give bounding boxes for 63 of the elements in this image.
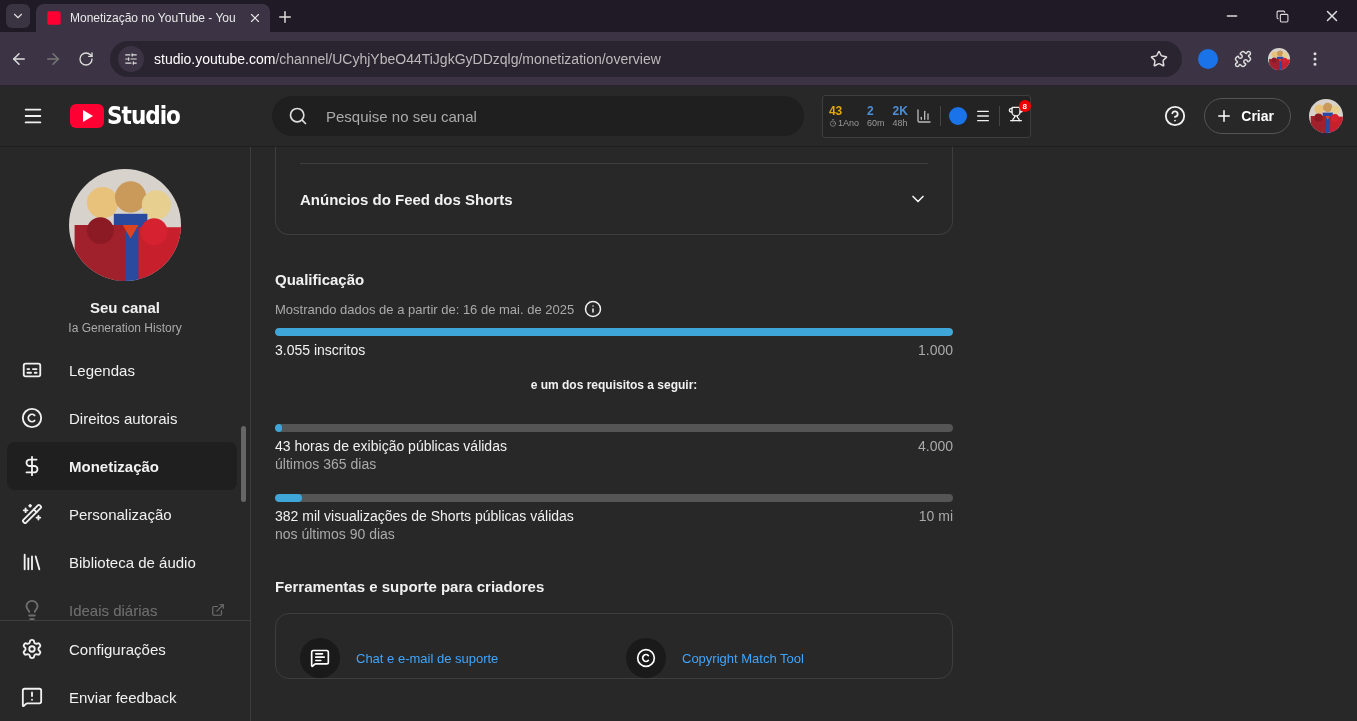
- info-icon[interactable]: [584, 300, 603, 318]
- requirement-period: nos últimos 90 dias: [275, 526, 396, 542]
- accordion-header[interactable]: Anúncios do Feed dos Shorts: [300, 164, 928, 234]
- feedback-icon: [21, 686, 43, 708]
- nav-item[interactable]: Personalização: [7, 490, 237, 538]
- help-icon[interactable]: [1164, 105, 1187, 127]
- separator-text: e um dos requisitos a seguir:: [530, 378, 698, 392]
- nav-item[interactable]: Legendas: [7, 346, 237, 394]
- requirement-period: últimos 365 dias: [275, 456, 378, 472]
- stat-label: 1Ano: [828, 118, 859, 128]
- nav-item[interactable]: Direitos autorais: [7, 394, 237, 442]
- requirement-target: 10 mi: [918, 508, 953, 524]
- site-settings-icon[interactable]: [124, 51, 138, 66]
- new-tab-icon[interactable]: [276, 8, 294, 26]
- extension-icon[interactable]: [948, 107, 967, 125]
- external-link-icon: [211, 603, 225, 617]
- channel-title: Seu canal: [89, 299, 160, 316]
- url-text: studio.youtube.com/channel/UCyhjYbeO44TiJgkGyDDzqlg/monetization/overview: [154, 50, 662, 67]
- chat-icon: [300, 638, 340, 678]
- section-title: Qualificação: [275, 271, 366, 288]
- address-bar[interactable]: studio.youtube.com/channel/UCyhjYbeO44TiJgkGyDDzqlg/monetization/overview: [110, 40, 1182, 77]
- requirement-label: 382 mil visualizações de Shorts públicas válidas: [275, 508, 574, 524]
- requirement-label: 43 horas de exibição públicas válidas: [275, 438, 507, 454]
- section-title: Ferramentas e suporte para criadores: [275, 578, 546, 595]
- tab-list-button[interactable]: [6, 4, 30, 28]
- nav-item[interactable]: Configurações: [7, 625, 237, 673]
- stat-label: 48h: [892, 118, 908, 128]
- copyright-icon: [626, 638, 666, 678]
- nav-item[interactable]: Enviar feedback: [7, 673, 237, 721]
- restore-icon[interactable]: [1275, 9, 1289, 23]
- extension-icon[interactable]: [1198, 48, 1218, 69]
- puzzle-icon[interactable]: [1234, 49, 1252, 68]
- nav-item[interactable]: Monetização: [7, 442, 237, 490]
- studio-logo: Studio: [107, 102, 180, 130]
- tool-link[interactable]: Copyright Match Tool: [682, 650, 804, 666]
- channel-name: Ia Generation History: [68, 321, 182, 335]
- requirement-target: 4.000: [917, 438, 953, 454]
- timer-icon: [828, 119, 837, 127]
- star-icon[interactable]: [1150, 49, 1168, 68]
- stat-label: 60m: [866, 118, 885, 128]
- bar-chart-icon[interactable]: [915, 108, 932, 124]
- notification-badge: 8: [1018, 100, 1031, 112]
- stat-value: 43: [828, 104, 843, 118]
- tab-title: Monetização no YouTube - You: [70, 11, 237, 25]
- settings-icon: [21, 638, 43, 660]
- magic-wand-icon: [21, 503, 43, 525]
- nav-item[interactable]: Biblioteca de áudio: [7, 538, 237, 586]
- copyright-icon: [21, 407, 43, 429]
- requirement-target: 1.000: [917, 342, 953, 358]
- search-input[interactable]: Pesquise no seu canal: [323, 106, 788, 126]
- youtube-logo-icon[interactable]: [70, 104, 104, 128]
- close-icon[interactable]: [248, 11, 262, 25]
- stat-value: 2K: [892, 104, 908, 118]
- browser-tab[interactable]: Monetização no YouTube - You: [36, 4, 270, 32]
- search-field[interactable]: Pesquise no seu canal: [271, 96, 804, 136]
- list-icon[interactable]: [974, 108, 991, 124]
- requirement-label: 3.055 inscritos: [275, 342, 366, 358]
- date-note: Mostrando dados de a partir de: 16 de mai. de 2025: [275, 301, 575, 317]
- reload-icon[interactable]: [78, 50, 94, 67]
- music-library-icon: [21, 551, 43, 573]
- search-icon: [287, 106, 308, 126]
- tool-link[interactable]: Chat e e-mail de suporte: [356, 650, 499, 666]
- stat-value: 2: [866, 104, 874, 118]
